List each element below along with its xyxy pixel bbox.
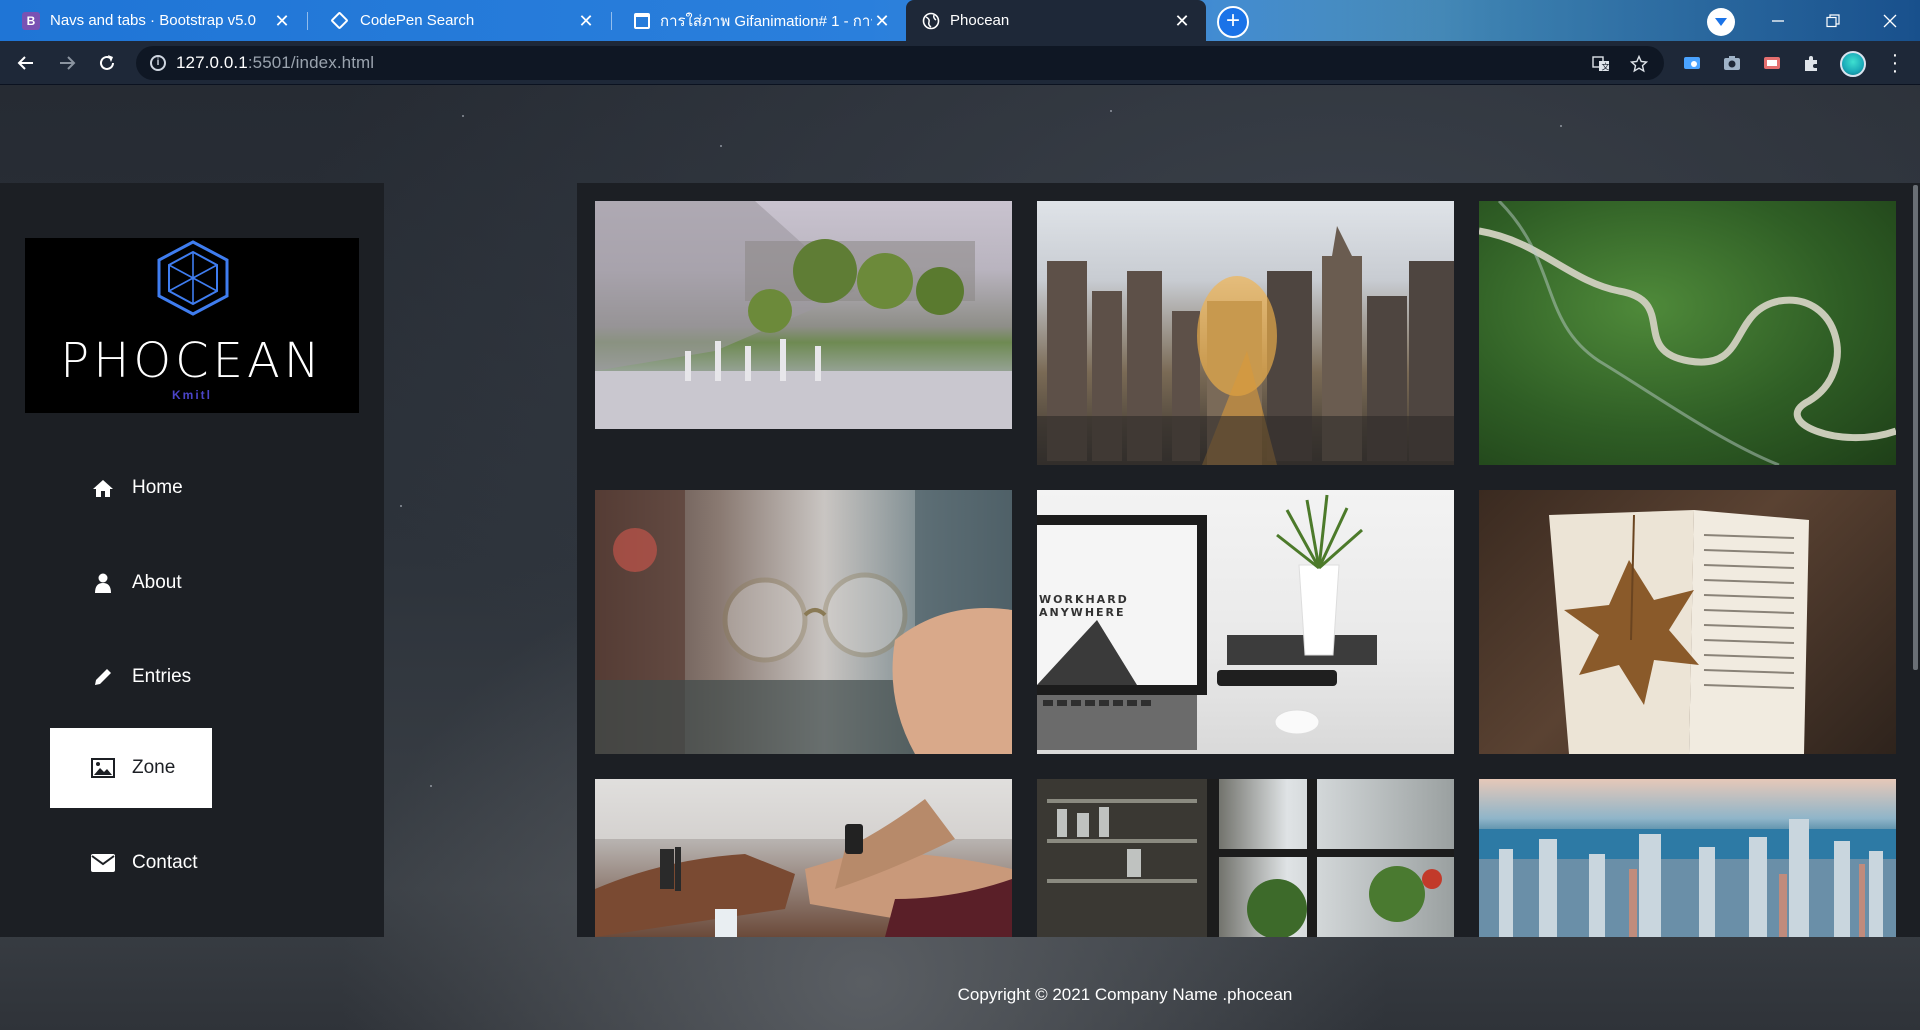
pencil-icon (86, 667, 120, 687)
browser-tab-strip: B Navs and tabs · Bootstrap v5.0 ✕ CodeP… (0, 0, 1920, 41)
photo-fist-bump-image (595, 779, 1012, 937)
nav-item-zone[interactable]: Zone (50, 728, 212, 808)
photo-book-leaf-image (1549, 510, 1809, 754)
info-icon[interactable]: i (150, 55, 166, 71)
extensions-puzzle-icon[interactable] (1802, 53, 1822, 73)
arrow-left-icon (17, 56, 33, 70)
photo-cafe-plants-image (1037, 779, 1454, 937)
browser-toolbar: i 127.0.0.1:5501/index.html 文 · · · (0, 41, 1920, 85)
logo-text: PHOCEAN (60, 333, 324, 389)
tab-codepen[interactable]: CodePen Search ✕ (308, 0, 610, 41)
chevron-down-icon (1715, 18, 1727, 26)
screen-capture-icon[interactable] (1682, 53, 1702, 73)
gallery-photo-cafe-window-plants[interactable] (1037, 779, 1454, 937)
gallery: WORKHARD ANYWHERE (577, 183, 1920, 937)
photo-campus-fountain-image (595, 201, 1012, 429)
tab-bootstrap[interactable]: B Navs and tabs · Bootstrap v5.0 ✕ (0, 0, 306, 41)
gallery-photo-book-with-leaf[interactable] (1479, 490, 1896, 754)
nav-item-about[interactable]: About (50, 543, 212, 623)
close-icon (1883, 14, 1897, 27)
restore-button[interactable] (1806, 0, 1860, 41)
scrollbar-thumb[interactable] (1913, 185, 1918, 670)
gallery-photo-campus-fountain[interactable] (595, 201, 1012, 429)
envelope-icon (86, 854, 120, 872)
star-decoration (720, 145, 722, 147)
tab-search-button[interactable] (1707, 8, 1735, 36)
cast-icon[interactable] (1762, 53, 1782, 73)
reload-button[interactable] (93, 49, 121, 77)
gallery-photo-laptop-workspace[interactable]: WORKHARD ANYWHERE (1037, 490, 1454, 754)
profile-avatar[interactable] (1840, 51, 1866, 77)
restore-icon (1826, 13, 1840, 27)
image-icon (86, 758, 120, 778)
camera-icon[interactable] (1722, 53, 1742, 73)
nav-label: Zone (132, 757, 176, 778)
star-decoration (462, 115, 464, 117)
close-icon[interactable]: ✕ (272, 11, 292, 31)
page-background: PHOCEAN Kmitl Home About Entries Zone Co… (0, 85, 1920, 1030)
arrow-right-icon (60, 56, 76, 70)
tab-title: การใส่ภาพ Gifanimation# 1 - การเขี (660, 12, 872, 30)
codepen-icon (330, 11, 349, 30)
photo-laptop-image: WORKHARD ANYWHERE (1037, 494, 1377, 750)
nav-item-contact[interactable]: Contact (50, 823, 212, 903)
close-window-button[interactable] (1863, 0, 1917, 41)
url-text: 127.0.0.1:5501/index.html (176, 53, 374, 73)
home-icon (86, 478, 120, 498)
tab-gifanimation[interactable]: การใส่ภาพ Gifanimation# 1 - การเขี ✕ (612, 0, 906, 41)
nav-label: Entries (132, 666, 192, 687)
svg-text:ANYWHERE: ANYWHERE (1039, 606, 1126, 619)
doc-icon (634, 12, 650, 29)
nav-item-entries[interactable]: Entries (50, 637, 212, 717)
user-icon (86, 573, 120, 593)
photo-skyline-image (1479, 819, 1896, 937)
photo-eyeglasses-image (595, 490, 1012, 754)
tab-title: CodePen Search (360, 12, 475, 29)
star-decoration (400, 505, 402, 507)
bookmark-star-icon[interactable] (1629, 54, 1649, 73)
minimize-icon (1772, 19, 1784, 22)
gallery-photo-city-skyline-lake[interactable] (1479, 779, 1896, 937)
star-decoration (430, 785, 432, 787)
menu-kebab-icon[interactable]: · · · (1890, 45, 1900, 81)
close-icon[interactable]: ✕ (872, 11, 892, 31)
nav-label: Contact (132, 852, 198, 873)
site-logo[interactable]: PHOCEAN Kmitl (25, 238, 359, 413)
photo-city-sunset-image (1037, 226, 1454, 465)
sidebar: PHOCEAN Kmitl Home About Entries Zone Co… (0, 183, 384, 937)
back-button[interactable] (12, 49, 40, 77)
gallery-photo-team-fist-bump[interactable] (595, 779, 1012, 937)
new-tab-button[interactable]: + (1217, 6, 1249, 38)
logo-subtext: Kmitl (172, 388, 212, 402)
footer-copyright: Copyright © 2021 Company Name .phocean (957, 985, 1293, 1004)
address-bar[interactable]: i 127.0.0.1:5501/index.html 文 (136, 46, 1664, 80)
svg-text:文: 文 (1602, 62, 1610, 72)
photo-winding-road-image (1479, 201, 1896, 465)
close-icon[interactable]: ✕ (1172, 11, 1192, 31)
close-icon[interactable]: ✕ (576, 11, 596, 31)
tab-phocean[interactable]: Phocean ✕ (906, 0, 1206, 41)
gallery-photo-eyeglasses-in-hand[interactable] (595, 490, 1012, 754)
translate-icon[interactable]: 文 (1592, 55, 1610, 73)
bootstrap-icon: B (22, 11, 40, 30)
svg-text:WORKHARD: WORKHARD (1039, 593, 1129, 606)
tab-title: Phocean (950, 12, 1010, 29)
gallery-photo-winding-road-forest[interactable] (1479, 201, 1896, 465)
tab-title: Navs and tabs · Bootstrap v5.0 (50, 12, 256, 29)
nav-label: Home (132, 477, 183, 498)
logo-cube-icon (157, 240, 229, 316)
star-decoration (1560, 125, 1562, 127)
url-path: :5501/index.html (247, 53, 375, 72)
url-host: 127.0.0.1 (176, 53, 248, 72)
reload-icon (100, 55, 114, 70)
nav-item-home[interactable]: Home (50, 448, 212, 528)
star-decoration (1110, 110, 1112, 112)
gallery-photo-city-sunset-street[interactable] (1037, 201, 1454, 465)
forward-button[interactable] (53, 49, 81, 77)
minimize-button[interactable] (1751, 0, 1805, 41)
nav-label: About (132, 572, 182, 593)
globe-icon (922, 12, 940, 30)
